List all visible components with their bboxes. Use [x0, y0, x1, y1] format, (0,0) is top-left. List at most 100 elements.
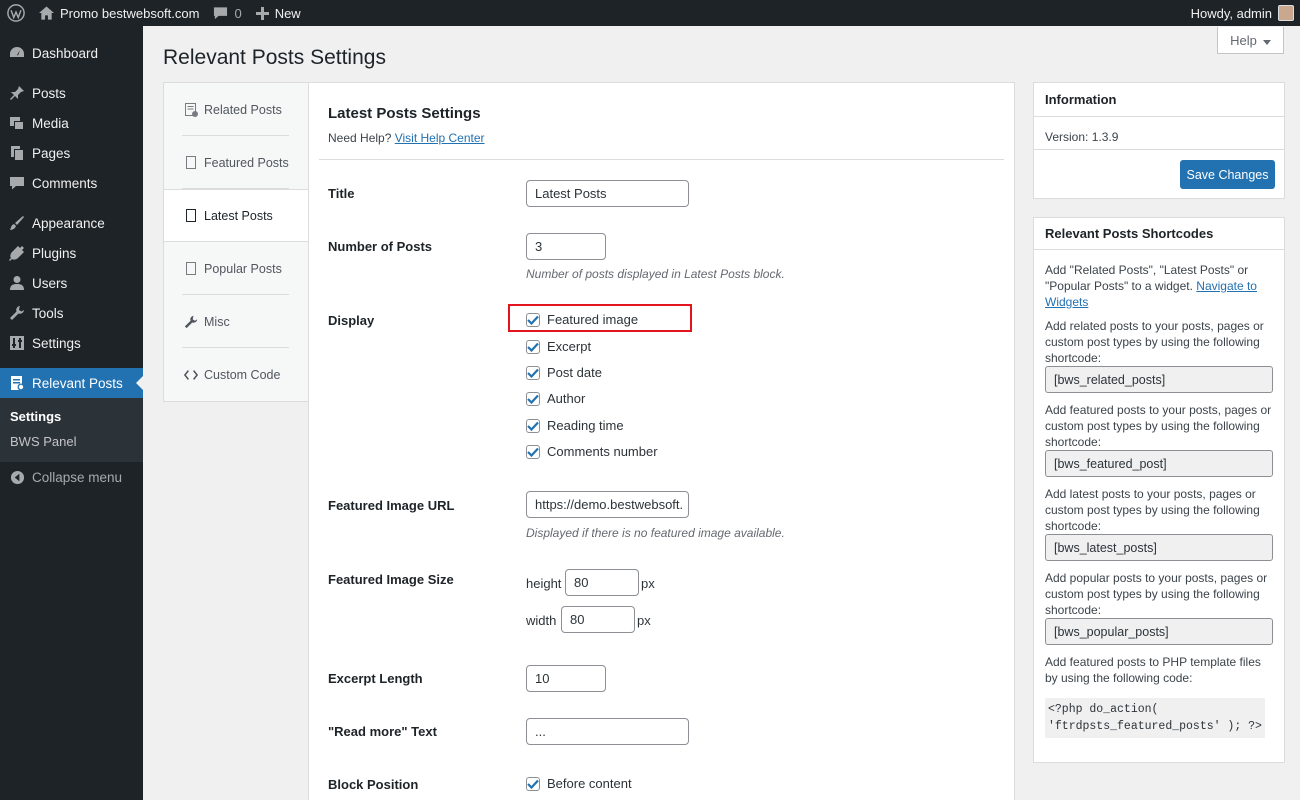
image-height-input[interactable]: 80 — [565, 569, 639, 596]
height-label: height — [526, 576, 562, 591]
title-label: Title — [328, 186, 355, 201]
checkbox[interactable] — [526, 444, 540, 459]
popular-shortcode-text: Add popular posts to your posts, pages o… — [1045, 571, 1268, 617]
featured-shortcode-field[interactable]: [bws_featured_post] — [1045, 450, 1273, 477]
information-title: Information — [1034, 83, 1284, 117]
relevant-posts-submenu: Settings BWS Panel — [0, 398, 143, 462]
panel-help-text: Need Help? Visit Help Center — [328, 131, 485, 145]
menu-relevant-posts[interactable]: Relevant Posts — [0, 368, 143, 398]
related-posts-icon — [184, 102, 198, 117]
featured-image-size-label: Featured Image Size — [328, 572, 454, 587]
help-button[interactable]: Help — [1217, 27, 1284, 54]
relevant-posts-icon — [8, 374, 26, 392]
checkbox-before-content[interactable]: Before content — [526, 776, 632, 791]
save-changes-button[interactable]: Save Changes — [1180, 160, 1275, 189]
divider — [319, 159, 1004, 160]
pin-icon — [8, 84, 26, 102]
wrench-icon — [8, 304, 26, 322]
menu-settings[interactable]: Settings — [0, 328, 143, 358]
plugin-icon — [8, 244, 26, 262]
checkbox-featured-image[interactable]: Featured image — [526, 312, 638, 327]
block-position-label: Block Position — [328, 777, 419, 792]
px-unit: px — [637, 613, 651, 628]
my-account-link[interactable]: Howdy, admin — [1191, 5, 1300, 21]
checkbox-comments-number[interactable]: Comments number — [526, 444, 658, 459]
checkbox[interactable] — [526, 339, 540, 354]
tab-custom-code[interactable]: Custom Code — [164, 348, 309, 401]
pages-icon — [8, 144, 26, 162]
number-of-posts-input[interactable]: 3 — [526, 233, 606, 260]
menu-users[interactable]: Users — [0, 268, 143, 298]
avatar — [1278, 5, 1294, 21]
checkbox[interactable] — [526, 776, 540, 791]
read-more-label: "Read more" Text — [328, 724, 437, 739]
checkbox-post-date[interactable]: Post date — [526, 365, 602, 380]
menu-plugins[interactable]: Plugins — [0, 238, 143, 268]
excerpt-length-input[interactable]: 10 — [526, 665, 606, 692]
menu-appearance[interactable]: Appearance — [0, 208, 143, 238]
related-shortcode-field[interactable]: [bws_related_posts] — [1045, 366, 1273, 393]
collapse-menu-button[interactable]: Collapse menu — [0, 462, 143, 492]
title-input[interactable]: Latest Posts — [526, 180, 689, 207]
width-label: width — [526, 613, 557, 628]
submenu-settings[interactable]: Settings — [0, 404, 143, 429]
checkbox[interactable] — [526, 391, 540, 406]
shortcodes-box: Relevant Posts Shortcodes Add "Related P… — [1033, 217, 1285, 763]
comment-icon — [8, 174, 26, 192]
admin-bar: Promo bestwebsoft.com 0 New Howdy, admin — [0, 0, 1300, 26]
tab-misc[interactable]: Misc — [164, 295, 309, 348]
home-icon — [39, 6, 54, 20]
image-width-input[interactable]: 80 — [561, 606, 635, 633]
divider — [1034, 149, 1284, 150]
menu-posts[interactable]: Posts — [0, 78, 143, 108]
panel-title: Latest Posts Settings — [328, 105, 481, 122]
admin-menu: Dashboard Posts Media Pages Comments App… — [0, 26, 143, 800]
wordpress-logo-icon[interactable] — [0, 0, 32, 26]
number-of-posts-description: Number of posts displayed in Latest Post… — [526, 267, 785, 281]
widget-text: Add "Related Posts", "Latest Posts" or "… — [1045, 263, 1257, 309]
shortcodes-body: Add "Related Posts", "Latest Posts" or "… — [1034, 250, 1284, 748]
submenu-bws-panel[interactable]: BWS Panel — [0, 429, 143, 454]
document-icon — [184, 209, 198, 223]
user-icon — [8, 274, 26, 292]
settings-icon — [8, 334, 26, 352]
menu-pages[interactable]: Pages — [0, 138, 143, 168]
display-label: Display — [328, 313, 375, 328]
checkbox[interactable] — [526, 312, 540, 327]
checkbox[interactable] — [526, 418, 540, 433]
comments-link[interactable]: 0 — [206, 0, 248, 26]
px-unit: px — [641, 576, 655, 591]
related-shortcode-text: Add related posts to your posts, pages o… — [1045, 319, 1264, 365]
tab-featured-posts[interactable]: Featured Posts — [164, 136, 309, 189]
settings-tabs: Related Posts Featured Posts Latest Post… — [163, 82, 309, 402]
featured-shortcode-text: Add featured posts to your posts, pages … — [1045, 403, 1272, 449]
latest-shortcode-field[interactable]: [bws_latest_posts] — [1045, 534, 1273, 561]
caret-down-icon — [1262, 33, 1271, 48]
settings-panel: Latest Posts Settings Need Help? Visit H… — [308, 82, 1015, 800]
new-content-link[interactable]: New — [249, 0, 308, 26]
help-center-link[interactable]: Visit Help Center — [395, 131, 485, 145]
code-icon — [184, 368, 198, 382]
popular-shortcode-field[interactable]: [bws_popular_posts] — [1045, 618, 1273, 645]
checkbox-author[interactable]: Author — [526, 391, 585, 406]
document-icon — [184, 156, 198, 170]
menu-comments[interactable]: Comments — [0, 168, 143, 198]
menu-media[interactable]: Media — [0, 108, 143, 138]
media-icon — [8, 114, 26, 132]
checkbox[interactable] — [526, 365, 540, 380]
tab-popular-posts[interactable]: Popular Posts — [164, 242, 309, 295]
checkbox-reading-time[interactable]: Reading time — [526, 418, 624, 433]
tab-latest-posts[interactable]: Latest Posts — [164, 189, 309, 242]
plus-icon — [255, 6, 269, 20]
featured-image-url-input[interactable]: https://demo.bestwebsoft. — [526, 491, 689, 518]
site-name-link[interactable]: Promo bestwebsoft.com — [32, 0, 206, 26]
read-more-input[interactable]: ... — [526, 718, 689, 745]
menu-tools[interactable]: Tools — [0, 298, 143, 328]
dashboard-icon — [8, 44, 26, 62]
information-box: Information Version: 1.3.9 Save Changes — [1033, 82, 1285, 199]
menu-dashboard[interactable]: Dashboard — [0, 38, 143, 68]
tab-related-posts[interactable]: Related Posts — [164, 83, 309, 136]
checkbox-excerpt[interactable]: Excerpt — [526, 339, 591, 354]
featured-image-url-description: Displayed if there is no featured image … — [526, 526, 785, 540]
latest-shortcode-text: Add latest posts to your posts, pages or… — [1045, 487, 1260, 533]
